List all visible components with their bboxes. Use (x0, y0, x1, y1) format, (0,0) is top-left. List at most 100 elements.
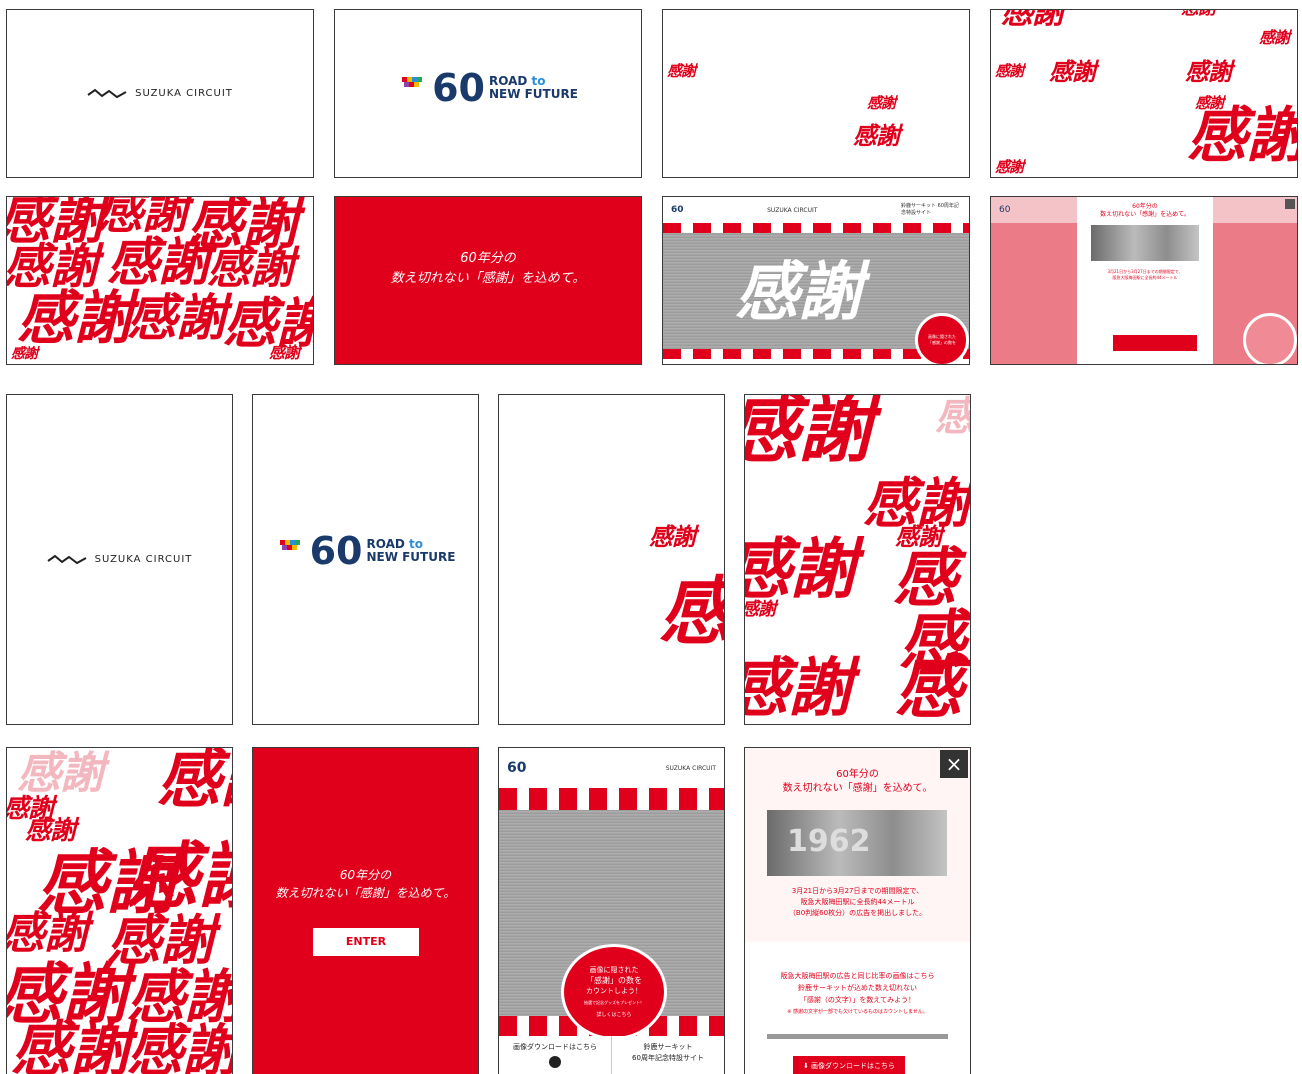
footer-site-link[interactable]: 鈴鹿サーキット 60周年記念特設サイト (611, 1036, 724, 1074)
kanji-text: 感謝 (995, 158, 1024, 176)
footer-download-label: 画像ダウンロードはこちら (513, 1043, 597, 1051)
modal-download-label: 画像ダウンロードはこちら (811, 1062, 896, 1070)
logo-to-text: to (531, 74, 546, 88)
header-60-logo-icon: 60 (999, 205, 1011, 215)
kanji-text: 感謝 (127, 963, 233, 1031)
station-ad-photo: 1962 (767, 810, 947, 876)
modal-desc-line-2: 阪急大阪梅田駅に全長約44メートル (800, 898, 915, 906)
frame-mobile-60-logo: 60 ROAD to NEW FUTURE (252, 394, 479, 725)
frame-mobile-kanji-dense: 感謝 感謝 感謝 感謝 感謝 感謝 感謝 感謝 感謝 感謝 感謝 感謝 (6, 747, 233, 1074)
kanji-text: 感謝 (269, 343, 300, 362)
modal-title: 60年分の 数え切れない「感謝」を込めて。 (745, 768, 970, 796)
kanji-text: 感謝 (853, 122, 900, 150)
modal-info-line-2: 鈴鹿サーキットが込めた数え切れない (798, 984, 917, 992)
kanji-text: 感謝 (17, 284, 132, 352)
kanji-text: 感謝 (995, 62, 1024, 80)
checkered-flag-icon (279, 540, 300, 550)
frame-mobile-modal: × 60年分の 数え切れない「感謝」を込めて。 1962 3月21日から3月27… (744, 747, 971, 1074)
count-campaign-badge[interactable]: 画像に隠された 「感謝」の数を カウントしよう！ 抽選で記念グッズをプレゼント！… (561, 944, 667, 1040)
header-suzuka-logo[interactable]: SUZUKA CIRCUIT (767, 207, 817, 214)
logo-60-number: 60 (432, 66, 485, 110)
modal-download-button[interactable]: ⬇ 画像ダウンロードはこちら (793, 1056, 905, 1074)
tagline-line-1: 60年分の (339, 868, 392, 882)
tagline: 60年分の 数え切れない「感謝」を込めて。 (335, 249, 641, 289)
noise-strip (767, 1034, 948, 1039)
frame-mobile-tagline-enter: 60年分の 数え切れない「感謝」を込めて。 ENTER (252, 747, 479, 1074)
kanji-text: 感謝 (127, 1019, 233, 1074)
kanji-text: 感謝 (744, 599, 776, 620)
header-60-logo-icon[interactable]: 60 (671, 205, 684, 215)
mobile-footer: 画像ダウンロードはこちら 鈴鹿サーキット 60周年記念特設サイト (499, 1036, 724, 1074)
station-ad-photo (1091, 225, 1199, 261)
kanji-text: 感謝 (17, 748, 104, 799)
kanji-partial-text: 感 (895, 649, 963, 725)
modal-panel: 60年分の 数え切れない「感謝」を込めて。 3月21日から3月27日までの期間限… (1077, 197, 1213, 364)
kanji-text: 感謝 (1259, 28, 1290, 47)
logo-road-text: ROAD (366, 537, 405, 551)
kanji-text: 感謝 (1049, 58, 1096, 86)
logo-60-text: ROAD to NEW FUTURE (366, 538, 455, 564)
kanji-text: 感謝 (1181, 10, 1216, 18)
modal-desc-line-3: （B0判縦60枚分）の広告を掲出しました。 (788, 909, 927, 917)
logo-new-future-text: NEW FUTURE (366, 550, 456, 564)
checkered-flag-icon (402, 77, 423, 87)
frame-desktop-tagline: 60年分の 数え切れない「感謝」を込めて。 (334, 196, 642, 365)
modal-title-line-2: 数え切れない「感謝」を込めて。 (782, 783, 933, 794)
badge-small: 抽選で記念グッズをプレゼント！ (584, 999, 644, 1005)
frame-desktop-modal: 60 60年分の 数え切れない「感謝」を込めて。 3月21日から3月27日までの… (990, 196, 1298, 365)
suzuka-logo-text: SUZUKA CIRCUIT (135, 88, 233, 99)
suzuka-circuit-logo-icon (87, 88, 127, 98)
site-header: 60 SUZUKA CIRCUIT 鈴鹿サーキット 60周年記念特設サイト (663, 197, 969, 223)
header-suzuka-logo[interactable]: SUZUKA CIRCUIT (666, 765, 716, 772)
frame-desktop-kanji-medium: 感謝 感謝 感謝 感謝 感謝 感謝 感謝 感謝 感謝 (990, 9, 1298, 178)
badge-line-3: カウントしよう！ (586, 986, 642, 995)
tagline: 60年分の 数え切れない「感謝」を込めて。 (253, 866, 478, 902)
suzuka-logo: SUZUKA CIRCUIT (7, 553, 232, 567)
frame-mobile-kanji-medium: 感謝 感 感謝 感謝 感謝 感 感 感謝 感謝 感 (744, 394, 971, 725)
modal-note: ※ 感謝の文字が一部でも欠けているものはカウントしません。 (787, 1009, 928, 1015)
badge-detail-button[interactable]: 詳しくはこちら (588, 1008, 640, 1020)
enter-button[interactable]: ENTER (313, 928, 419, 956)
kanji-text: 感謝 (745, 531, 856, 608)
modal-desc-line-1: 3月21日から3月27日までの期間限定で、 (791, 887, 924, 895)
suzuka-circuit-logo-icon (47, 554, 87, 564)
footer-download-link[interactable]: 画像ダウンロードはこちら (499, 1036, 611, 1074)
frame-mobile-suzuka-logo: SUZUKA CIRCUIT (6, 394, 233, 725)
road-to-new-future-logo: 60 ROAD to NEW FUTURE (253, 529, 478, 573)
kanji-text: 感謝 (25, 816, 76, 846)
kanji-text: 感謝 (745, 394, 872, 473)
kanji-text: 感謝 (667, 62, 696, 80)
logo-to-text: to (409, 537, 423, 551)
kanji-text: 感謝 (11, 346, 38, 362)
header-site-link[interactable]: 鈴鹿サーキット 60周年記念特設サイト (901, 203, 961, 217)
road-to-new-future-logo: 60 ROAD to NEW FUTURE (335, 66, 641, 110)
modal-title-line-1: 60年分の (836, 769, 879, 780)
kanji-text: 感謝 (867, 94, 896, 112)
kanji-text: 感謝 (157, 747, 232, 817)
count-campaign-badge[interactable]: 画像に隠された 「感謝」の数を (915, 313, 969, 364)
count-campaign-badge (1243, 313, 1297, 364)
logo-road-text: ROAD (488, 74, 528, 88)
kanji-partial-text: 感 (893, 542, 957, 616)
tagline-line-2: 数え切れない「感謝」を込めて。 (390, 271, 586, 286)
kanji-text: 感謝 (6, 908, 88, 959)
kanji-text: 感謝 (207, 243, 294, 294)
frame-mobile-kanji-sparse: 感謝 感 (498, 394, 725, 725)
site-header: 60 SUZUKA CIRCUIT (499, 748, 724, 788)
modal-title-line-2: 数え切れない「感謝」を込めて。 (1100, 211, 1190, 218)
modal-info-line-1: 阪急大阪梅田駅の広告と同じ比率の画像はこちら (780, 972, 935, 980)
modal-title: 60年分の 数え切れない「感謝」を込めて。 (1077, 203, 1213, 219)
badge-line-1: 画像に隠された (589, 965, 639, 974)
footer-site-line-2: 60周年記念特設サイト (632, 1054, 704, 1062)
modal-download-button[interactable] (1113, 335, 1197, 351)
modal-close-icon[interactable] (1285, 199, 1295, 209)
frame-desktop-suzuka-logo: SUZUKA CIRCUIT (6, 9, 314, 178)
red-stripes-top (499, 788, 724, 810)
frame-desktop-kanji-sparse: 感謝 感謝 感謝 (662, 9, 970, 178)
kanji-text: 感謝 (1187, 101, 1298, 171)
footer-site-line-1: 鈴鹿サーキット (643, 1043, 693, 1051)
modal-description: 3月21日から3月27日までの期間限定で、 阪急大阪梅田駅に全長約44メートル … (745, 886, 970, 919)
header-60-logo-icon[interactable]: 60 (507, 760, 526, 776)
modal-desc-line-2: 阪急大阪梅田駅に全長約44メートル (1112, 275, 1178, 280)
kanji-text: 感謝 (127, 834, 232, 918)
